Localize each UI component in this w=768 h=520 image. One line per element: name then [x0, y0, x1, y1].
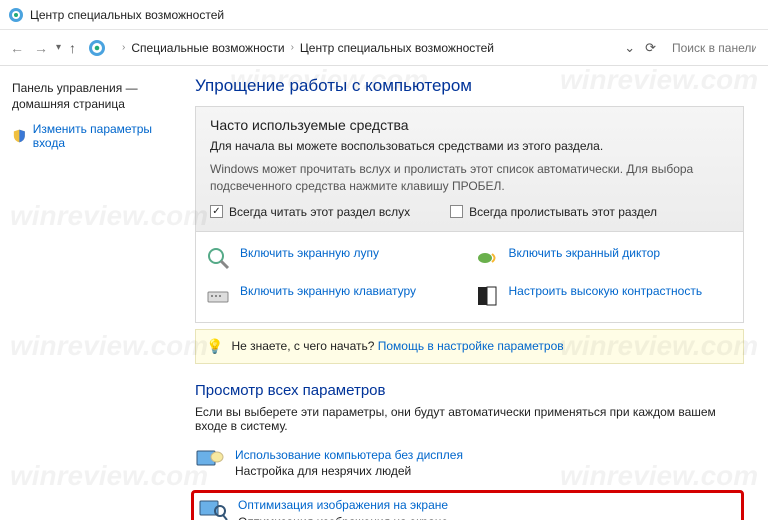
checkbox-icon: ✓	[210, 205, 223, 218]
dropdown-icon[interactable]: ⌄	[624, 40, 635, 56]
window-title: Центр специальных возможностей	[30, 8, 224, 22]
back-button[interactable]: ←	[8, 40, 26, 56]
checkbox-row: ✓ Всегда читать этот раздел вслух Всегда…	[210, 205, 729, 219]
search-input[interactable]	[668, 36, 760, 60]
panel-description: Windows может прочитать вслух и пролиста…	[210, 161, 729, 195]
forward-button[interactable]: →	[32, 40, 50, 56]
setting-no-display[interactable]: Использование компьютера без дисплея Нас…	[195, 447, 744, 481]
up-button[interactable]: ↑	[69, 40, 76, 56]
navbar: ← → ▾ ↑ › Специальные возможности › Цент…	[0, 30, 768, 66]
tool-narrator[interactable]: Включить экранный диктор	[475, 246, 734, 270]
checkbox-icon	[450, 205, 463, 218]
narrator-icon	[475, 246, 499, 270]
tool-contrast[interactable]: Настроить высокую контрастность	[475, 284, 734, 308]
shield-icon	[12, 128, 27, 144]
main-area: Панель управления — домашняя страница Из…	[0, 66, 768, 520]
section-heading: Просмотр всех параметров	[195, 382, 744, 399]
checkbox-read-aloud[interactable]: ✓ Всегда читать этот раздел вслух	[210, 205, 410, 219]
chevron-right-icon: ›	[291, 42, 294, 53]
breadcrumb-item[interactable]: Специальные возможности	[131, 41, 284, 55]
panel-header: Часто используемые средства Для начала в…	[196, 107, 743, 232]
tool-magnifier[interactable]: Включить экранную лупу	[206, 246, 465, 270]
refresh-icon[interactable]: ⟳	[645, 40, 656, 56]
lightbulb-icon: 💡	[206, 338, 223, 355]
sidebar: Панель управления — домашняя страница Из…	[0, 66, 185, 520]
tools-grid: Включить экранную лупу Включить экранный…	[196, 232, 743, 322]
monitor-speech-icon	[195, 447, 225, 473]
page-heading: Упрощение работы с компьютером	[195, 76, 744, 96]
sidebar-change-login[interactable]: Изменить параметры входа	[12, 122, 175, 150]
setting-optimize-display[interactable]: Оптимизация изображения на экране Оптими…	[198, 497, 735, 520]
breadcrumb[interactable]: › Специальные возможности › Центр специа…	[116, 41, 618, 55]
sidebar-home-link[interactable]: Панель управления — домашняя страница	[12, 80, 175, 112]
breadcrumb-item[interactable]: Центр специальных возможностей	[300, 41, 494, 55]
magnifier-icon	[206, 246, 230, 270]
titlebar: Центр специальных возможностей	[0, 0, 768, 30]
content: Упрощение работы с компьютером Часто исп…	[185, 66, 768, 520]
monitor-magnify-icon	[198, 497, 228, 520]
tool-keyboard[interactable]: Включить экранную клавиатуру	[206, 284, 465, 308]
contrast-icon	[475, 284, 499, 308]
panel-title: Часто используемые средства	[210, 117, 729, 133]
tools-panel: Часто используемые средства Для начала в…	[195, 106, 744, 323]
address-icon	[88, 39, 106, 57]
section-description: Если вы выберете эти параметры, они буду…	[195, 405, 744, 433]
keyboard-icon	[206, 284, 230, 308]
chevron-right-icon: ›	[122, 42, 125, 53]
checkbox-scroll[interactable]: Всегда пролистывать этот раздел	[450, 205, 657, 219]
app-icon	[8, 7, 24, 23]
highlighted-setting: Оптимизация изображения на экране Оптими…	[191, 490, 744, 520]
help-text: Не знаете, с чего начать? Помощь в настр…	[231, 339, 563, 353]
panel-subtitle: Для начала вы можете воспользоваться сре…	[210, 139, 729, 153]
help-bar: 💡 Не знаете, с чего начать? Помощь в нас…	[195, 329, 744, 364]
help-link[interactable]: Помощь в настройке параметров	[378, 339, 564, 353]
history-dropdown[interactable]: ▾	[56, 42, 61, 53]
